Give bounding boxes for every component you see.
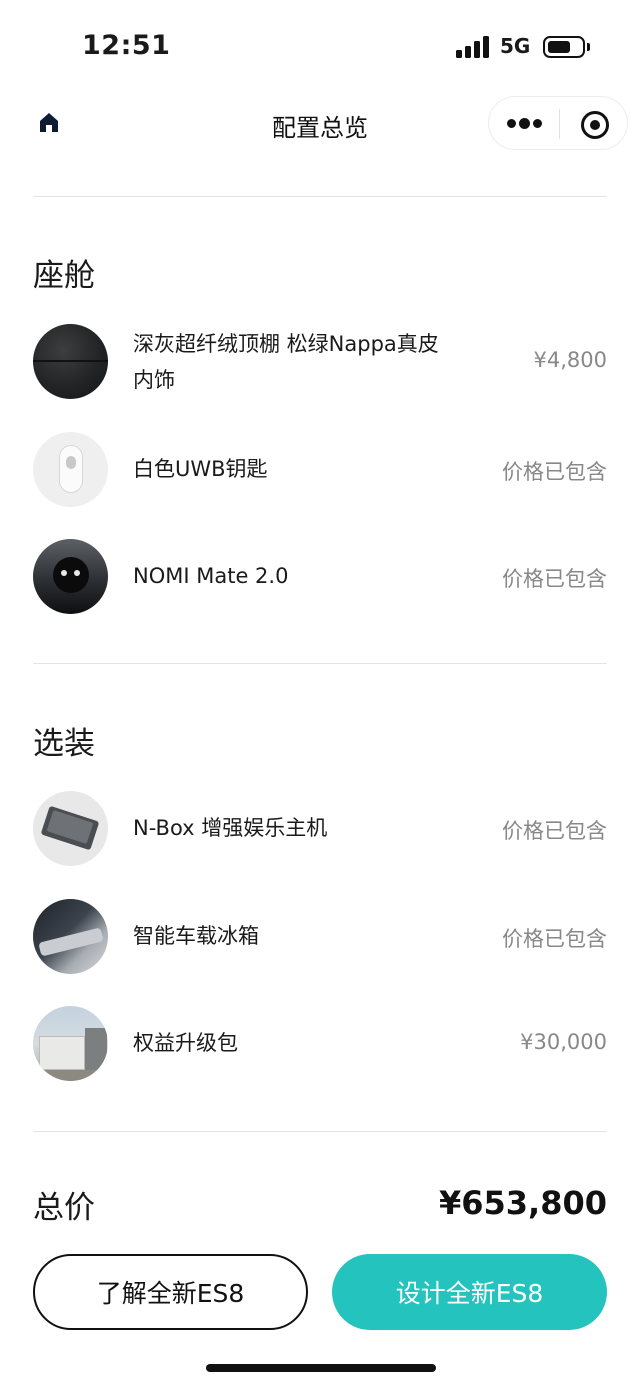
section-title-cabin: 座舱 [33, 258, 95, 294]
uwb-key-thumbnail [33, 432, 108, 507]
item-name: N-Box 增强娱乐主机 [133, 816, 328, 840]
mini-program-capsule [488, 96, 628, 150]
total-label: 总价 [33, 1190, 95, 1226]
more-icon[interactable] [507, 117, 543, 131]
item-name: 深灰超纤绒顶棚 松绿Nappa真皮 内饰 [133, 332, 439, 392]
section-title-options: 选装 [33, 726, 95, 762]
item-price: ¥4,800 [533, 348, 607, 372]
list-item[interactable]: 深灰超纤绒顶棚 松绿Nappa真皮 内饰 ¥4,800 [33, 324, 607, 399]
status-bar: 12:51 5G [0, 0, 640, 96]
n-box-thumbnail [33, 791, 108, 866]
battery-icon [543, 36, 585, 58]
divider [33, 663, 607, 664]
home-indicator [206, 1364, 436, 1372]
car-fridge-thumbnail [33, 899, 108, 974]
list-item[interactable]: 白色UWB钥匙 价格已包含 [33, 432, 607, 507]
item-price: 价格已包含 [502, 567, 607, 591]
item-price: 价格已包含 [502, 819, 607, 843]
network-label: 5G [500, 34, 531, 58]
design-car-button[interactable]: 设计全新ES8 [332, 1254, 607, 1330]
battery-tip [587, 43, 590, 51]
nomi-mate-thumbnail [33, 539, 108, 614]
signal-icon [456, 36, 490, 58]
item-name: 权益升级包 [133, 1031, 238, 1055]
nav-bar: 配置总览 [0, 96, 640, 154]
item-price: 价格已包含 [502, 460, 607, 484]
item-price: ¥30,000 [520, 1030, 607, 1054]
learn-more-button[interactable]: 了解全新ES8 [33, 1254, 308, 1330]
list-item[interactable]: NOMI Mate 2.0 价格已包含 [33, 539, 607, 614]
capsule-divider [559, 109, 560, 139]
list-item[interactable]: 智能车载冰箱 价格已包含 [33, 899, 607, 974]
item-name: 白色UWB钥匙 [133, 457, 268, 481]
divider [33, 196, 607, 197]
benefit-pack-thumbnail [33, 1006, 108, 1081]
status-time: 12:51 [82, 30, 171, 61]
total-price: ¥653,800 [438, 1184, 607, 1222]
list-item[interactable]: 权益升级包 ¥30,000 [33, 1006, 607, 1081]
headliner-thumbnail [33, 324, 108, 399]
item-price: 价格已包含 [502, 927, 607, 951]
divider [33, 1131, 607, 1132]
list-item[interactable]: N-Box 增强娱乐主机 价格已包含 [33, 791, 607, 866]
item-name: 智能车载冰箱 [133, 924, 259, 948]
item-name: NOMI Mate 2.0 [133, 564, 289, 588]
close-target-icon[interactable] [581, 111, 609, 139]
